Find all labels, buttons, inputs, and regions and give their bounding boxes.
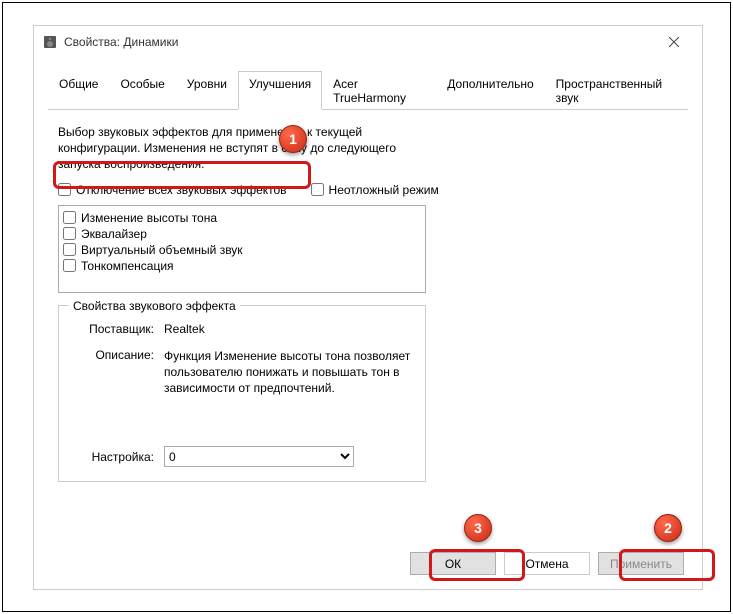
screenshot-frame: Свойства: Динамики Общие Особые Уровни У…: [2, 2, 731, 612]
immediate-mode-label: Неотложный режим: [329, 183, 439, 197]
tab-enhancements[interactable]: Улучшения: [238, 71, 322, 110]
effect-label: Изменение высоты тона: [81, 211, 217, 225]
cancel-button[interactable]: Отмена: [504, 552, 590, 575]
list-item[interactable]: Виртуальный объемный звук: [61, 242, 423, 258]
description-label: Описание:: [69, 348, 164, 397]
effects-listbox[interactable]: Изменение высоты тона Эквалайзер Виртуал…: [58, 205, 426, 293]
provider-label: Поставщик:: [69, 322, 164, 336]
tab-general[interactable]: Общие: [48, 71, 109, 110]
tab-special[interactable]: Особые: [109, 71, 175, 110]
disable-all-effects-input[interactable]: [58, 183, 71, 196]
description-value: Функция Изменение высоты тона позволяет …: [164, 348, 415, 397]
effect-checkbox[interactable]: [63, 211, 76, 224]
list-item[interactable]: Эквалайзер: [61, 226, 423, 242]
properties-dialog: Свойства: Динамики Общие Особые Уровни У…: [33, 25, 703, 590]
effect-label: Тонкомпенсация: [81, 259, 174, 273]
tab-levels[interactable]: Уровни: [176, 71, 238, 110]
effect-properties-group: Свойства звукового эффекта Поставщик: Re…: [58, 305, 426, 483]
titlebar: Свойства: Динамики: [34, 26, 702, 58]
apply-button[interactable]: Применить: [598, 552, 684, 575]
ok-button[interactable]: ОК: [410, 552, 496, 575]
top-checkbox-row: Отключение всех звуковых эффектов Неотло…: [58, 183, 678, 197]
tab-spatial[interactable]: Пространственный звук: [545, 71, 688, 110]
provider-value: Realtek: [164, 322, 415, 336]
effect-properties-legend: Свойства звукового эффекта: [69, 299, 240, 313]
list-item[interactable]: Изменение высоты тона: [61, 210, 423, 226]
tab-advanced[interactable]: Дополнительно: [436, 71, 544, 110]
tab-body: Выбор звуковых эффектов для применения к…: [48, 110, 688, 488]
immediate-mode-checkbox[interactable]: Неотложный режим: [311, 183, 439, 197]
effect-checkbox[interactable]: [63, 243, 76, 256]
tab-strip: Общие Особые Уровни Улучшения Acer TrueH…: [48, 70, 688, 110]
setting-dropdown[interactable]: 0: [164, 446, 354, 467]
effect-label: Эквалайзер: [81, 227, 147, 241]
close-button[interactable]: [654, 28, 694, 56]
speaker-icon: [42, 34, 58, 50]
effect-checkbox[interactable]: [63, 259, 76, 272]
setting-label: Настройка:: [69, 450, 164, 464]
effect-checkbox[interactable]: [63, 227, 76, 240]
dialog-buttons: ОК Отмена Применить: [410, 552, 684, 575]
tab-trueharmony[interactable]: Acer TrueHarmony: [322, 71, 436, 110]
dialog-content: Общие Особые Уровни Улучшения Acer TrueH…: [34, 58, 702, 500]
disable-all-effects-checkbox[interactable]: Отключение всех звуковых эффектов: [58, 183, 287, 197]
enhancements-description: Выбор звуковых эффектов для применения к…: [58, 124, 418, 173]
effect-label: Виртуальный объемный звук: [81, 243, 243, 257]
immediate-mode-input[interactable]: [311, 183, 324, 196]
list-item[interactable]: Тонкомпенсация: [61, 258, 423, 274]
window-title: Свойства: Динамики: [64, 35, 654, 49]
disable-all-effects-label: Отключение всех звуковых эффектов: [76, 183, 287, 197]
